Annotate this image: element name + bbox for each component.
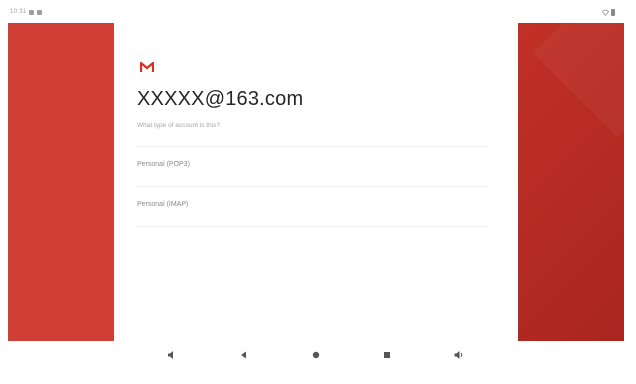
account-type-card: XXXXX@163.com What type of account is th… [114,23,518,341]
gmail-logo-icon [139,60,155,72]
back-icon[interactable] [237,349,251,363]
home-icon[interactable] [309,349,323,363]
notification-icon [29,10,34,15]
volume-down-icon[interactable] [165,349,179,363]
recents-icon[interactable] [380,349,394,363]
device-screen: 10:31 XXXXX@163.com What type of account… [0,0,636,384]
account-type-question: What type of account is this? [137,122,221,129]
right-red-panel [518,23,624,341]
account-email: XXXXX@163.com [137,88,304,110]
option-personal-imap[interactable]: Personal (IMAP) [137,201,188,208]
divider [137,226,487,227]
status-bar: 10:31 [0,0,636,22]
status-time: 10:31 [10,9,27,15]
wifi-icon [601,9,610,18]
navigation-bar [0,341,636,384]
left-red-panel [8,23,114,341]
divider [137,186,487,187]
sd-card-icon [37,10,42,15]
battery-icon [611,9,615,16]
option-personal-pop3[interactable]: Personal (POP3) [137,161,190,168]
volume-up-icon[interactable] [452,349,466,363]
divider [137,146,487,147]
